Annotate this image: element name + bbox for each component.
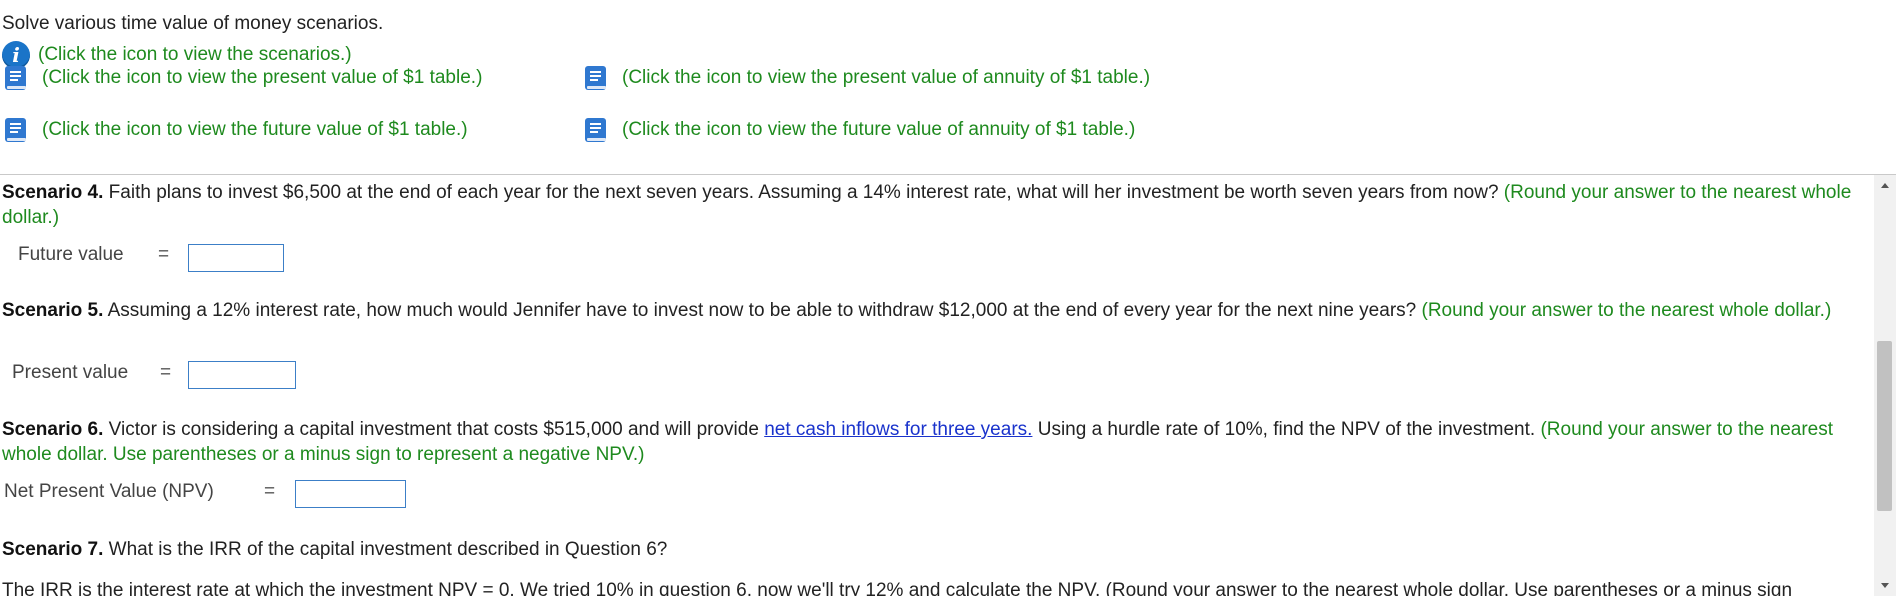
scenario-7-text: Scenario 7. What is the IRR of the capit… xyxy=(2,537,1862,562)
scenario-6-label: Scenario 6. xyxy=(2,419,104,440)
scenario-5-text: Scenario 5. Assuming a 12% interest rate… xyxy=(2,298,1862,323)
scroll-thumb[interactable] xyxy=(1877,341,1892,511)
fv1-table-row[interactable]: (Click the icon to view the future value… xyxy=(4,116,468,144)
equals-sign: = xyxy=(158,244,170,265)
scenario-6-question-end: Using a hurdle rate of 10%, find the NPV… xyxy=(1032,419,1536,440)
future-value-input[interactable] xyxy=(188,244,284,272)
pv1-table-row[interactable]: (Click the icon to view the present valu… xyxy=(4,64,482,92)
question-header: Solve various time value of money scenar… xyxy=(0,0,1896,160)
present-value-input[interactable] xyxy=(188,361,296,389)
pva-table-row[interactable]: (Click the icon to view the present valu… xyxy=(584,64,1150,92)
book-icon[interactable] xyxy=(4,116,28,144)
scenario-4-label: Scenario 4. xyxy=(2,182,104,203)
scenario-6-answer-row: Net Present Value (NPV) = xyxy=(4,481,275,503)
vertical-scrollbar[interactable] xyxy=(1874,175,1896,596)
book-icon[interactable] xyxy=(584,116,608,144)
scenario-7-partial-line: The IRR is the interest rate at which th… xyxy=(2,580,1793,596)
fv1-table-link[interactable]: (Click the icon to view the future value… xyxy=(42,119,468,141)
scenarios-link[interactable]: (Click the icon to view the scenarios.) xyxy=(38,44,352,66)
scenario-7-question: What is the IRR of the capital investmen… xyxy=(103,539,668,560)
scenario-5-answer-row: Present value = xyxy=(12,362,171,384)
book-icon[interactable] xyxy=(584,64,608,92)
scenario-4-answer-row: Future value = xyxy=(18,244,169,266)
page: Solve various time value of money scenar… xyxy=(0,0,1896,596)
scenario-5-question: Assuming a 12% interest rate, how much w… xyxy=(103,300,1417,321)
npv-input[interactable] xyxy=(295,480,406,508)
fva-table-link[interactable]: (Click the icon to view the future value… xyxy=(622,119,1135,141)
scroll-up-arrow-icon[interactable] xyxy=(1881,183,1889,188)
future-value-label: Future value xyxy=(18,244,124,265)
equals-sign: = xyxy=(160,362,172,383)
question-prompt: Solve various time value of money scenar… xyxy=(2,13,384,34)
net-cash-inflows-link[interactable]: net cash inflows for three years. xyxy=(764,419,1032,440)
scenario-4-text: Scenario 4. Faith plans to invest $6,500… xyxy=(2,180,1862,230)
present-value-label: Present value xyxy=(12,362,129,383)
scenario-6-question-start: Victor is considering a capital investme… xyxy=(103,419,765,440)
scenario-5-label: Scenario 5. xyxy=(2,300,104,321)
equals-sign: = xyxy=(264,481,276,502)
npv-label: Net Present Value (NPV) xyxy=(4,481,214,502)
scenario-5-hint: (Round your answer to the nearest whole … xyxy=(1416,300,1832,321)
scenarios-scroll-area[interactable]: Scenario 4. Faith plans to invest $6,500… xyxy=(0,175,1874,596)
fva-table-row[interactable]: (Click the icon to view the future value… xyxy=(584,116,1135,144)
scroll-down-arrow-icon[interactable] xyxy=(1881,583,1889,588)
scenario-6-text: Scenario 6. Victor is considering a capi… xyxy=(2,417,1862,467)
book-icon[interactable] xyxy=(4,64,28,92)
pva-table-link[interactable]: (Click the icon to view the present valu… xyxy=(622,67,1150,89)
scenario-4-question: Faith plans to invest $6,500 at the end … xyxy=(103,182,1499,203)
pv1-table-link[interactable]: (Click the icon to view the present valu… xyxy=(42,67,482,89)
scenario-7-label: Scenario 7. xyxy=(2,539,104,560)
